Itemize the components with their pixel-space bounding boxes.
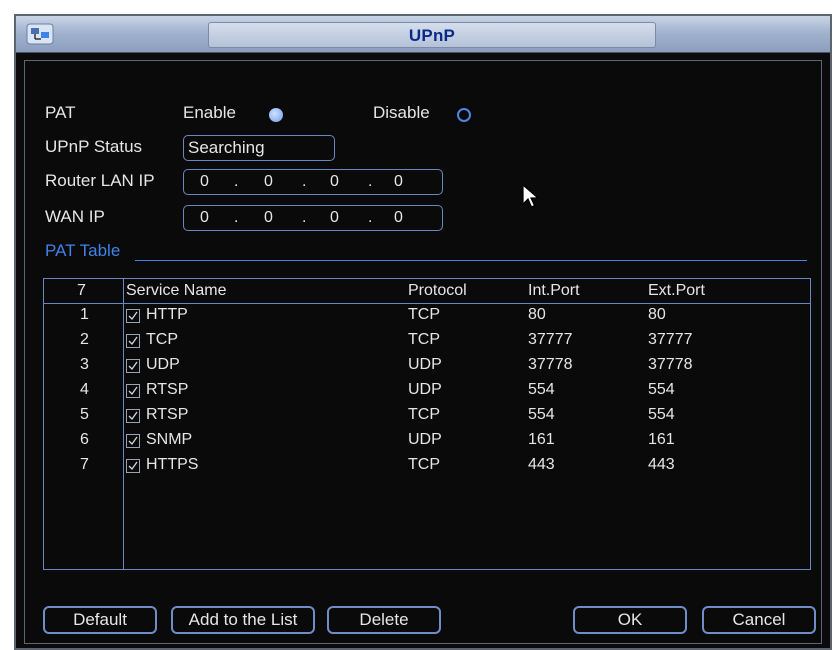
router-lan-ip-label: Router LAN IP (45, 171, 155, 190)
row-checkbox[interactable] (126, 334, 140, 348)
upnp-status-value: Searching (188, 138, 265, 157)
ip-dot: . (234, 173, 239, 190)
protocol-cell: TCP (408, 456, 440, 473)
protocol-cell: TCP (408, 306, 440, 323)
mouse-pointer-icon (522, 183, 540, 215)
disable-radio[interactable] (457, 108, 471, 122)
row-checkbox[interactable] (126, 359, 140, 373)
window-title: UPnP (408, 26, 456, 45)
delete-button[interactable]: Delete (327, 606, 441, 634)
pat-label: PAT (45, 103, 76, 122)
int-port-cell: 80 (528, 306, 546, 323)
title-bar: UPnP (16, 16, 830, 53)
ip-dot: . (368, 209, 373, 226)
ext-port-cell: 37778 (648, 356, 693, 373)
check-icon (128, 461, 138, 471)
ext-port-cell: 37777 (648, 331, 693, 348)
ip-octet[interactable]: 0 (330, 170, 339, 194)
ip-octet[interactable]: 0 (394, 206, 403, 230)
check-icon (128, 336, 138, 346)
protocol-header: Protocol (408, 282, 467, 299)
service-name-header: Service Name (126, 282, 227, 299)
service-name-cell: SNMP (146, 431, 193, 448)
ip-octet[interactable]: 0 (394, 170, 403, 194)
service-name-cell: RTSP (146, 406, 189, 423)
ip-octet[interactable]: 0 (330, 206, 339, 230)
network-icon (26, 22, 54, 46)
row-number: 1 (80, 306, 89, 323)
ext-port-cell: 80 (648, 306, 666, 323)
row-number: 2 (80, 331, 89, 348)
row-number: 3 (80, 356, 89, 373)
protocol-cell: UDP (408, 431, 442, 448)
pat-table-title: PAT Table (45, 241, 121, 260)
row-number: 7 (80, 456, 89, 473)
protocol-cell: TCP (408, 406, 440, 423)
ip-dot: . (234, 209, 239, 226)
ext-port-cell: 443 (648, 456, 675, 473)
section-divider (135, 260, 807, 261)
row-count-header: 7 (77, 282, 86, 299)
cancel-button[interactable]: Cancel (702, 606, 816, 634)
ext-port-header: Ext.Port (648, 282, 705, 299)
ip-octet[interactable]: 0 (264, 206, 273, 230)
check-icon (128, 386, 138, 396)
ip-octet[interactable]: 0 (200, 170, 209, 194)
ip-dot: . (302, 173, 307, 190)
service-name-cell: TCP (146, 331, 178, 348)
ext-port-cell: 554 (648, 406, 675, 423)
upnp-status-label: UPnP Status (45, 137, 143, 156)
protocol-cell: UDP (408, 381, 442, 398)
title-field: UPnP (208, 22, 656, 48)
check-icon (128, 411, 138, 421)
row-checkbox[interactable] (126, 409, 140, 423)
enable-label: Enable (183, 103, 236, 122)
check-icon (128, 361, 138, 371)
default-button[interactable]: Default (43, 606, 157, 634)
row-checkbox[interactable] (126, 459, 140, 473)
int-port-cell: 37778 (528, 356, 573, 373)
protocol-cell: UDP (408, 356, 442, 373)
wan-ip-field[interactable]: 0 . 0 . 0 . 0 (183, 205, 443, 231)
ip-octet[interactable]: 0 (264, 170, 273, 194)
ip-octet[interactable]: 0 (200, 206, 209, 230)
row-checkbox[interactable] (126, 309, 140, 323)
service-name-cell: HTTPS (146, 456, 199, 473)
upnp-status-field: Searching (183, 135, 335, 161)
check-icon (128, 436, 138, 446)
add-to-list-button[interactable]: Add to the List (171, 606, 315, 634)
pat-table[interactable]: 7 Service Name Protocol Int.Port Ext.Por… (43, 278, 811, 570)
int-port-header: Int.Port (528, 282, 580, 299)
row-checkbox[interactable] (126, 434, 140, 448)
service-name-cell: UDP (146, 356, 180, 373)
int-port-cell: 554 (528, 381, 555, 398)
row-checkbox[interactable] (126, 384, 140, 398)
int-port-cell: 443 (528, 456, 555, 473)
row-number: 4 (80, 381, 89, 398)
ext-port-cell: 161 (648, 431, 675, 448)
wan-ip-label: WAN IP (45, 207, 105, 226)
enable-radio[interactable] (269, 108, 283, 122)
int-port-cell: 161 (528, 431, 555, 448)
int-port-cell: 37777 (528, 331, 573, 348)
ok-button[interactable]: OK (573, 606, 687, 634)
service-name-cell: RTSP (146, 381, 189, 398)
row-number: 5 (80, 406, 89, 423)
disable-label: Disable (373, 103, 430, 122)
ext-port-cell: 554 (648, 381, 675, 398)
service-name-cell: HTTP (146, 306, 188, 323)
upnp-dialog: UPnP PAT Enable Disable UPnP Status Sear… (14, 14, 832, 650)
check-icon (128, 311, 138, 321)
int-port-cell: 554 (528, 406, 555, 423)
ip-dot: . (368, 173, 373, 190)
router-lan-ip-field[interactable]: 0 . 0 . 0 . 0 (183, 169, 443, 195)
row-number: 6 (80, 431, 89, 448)
ip-dot: . (302, 209, 307, 226)
protocol-cell: TCP (408, 331, 440, 348)
